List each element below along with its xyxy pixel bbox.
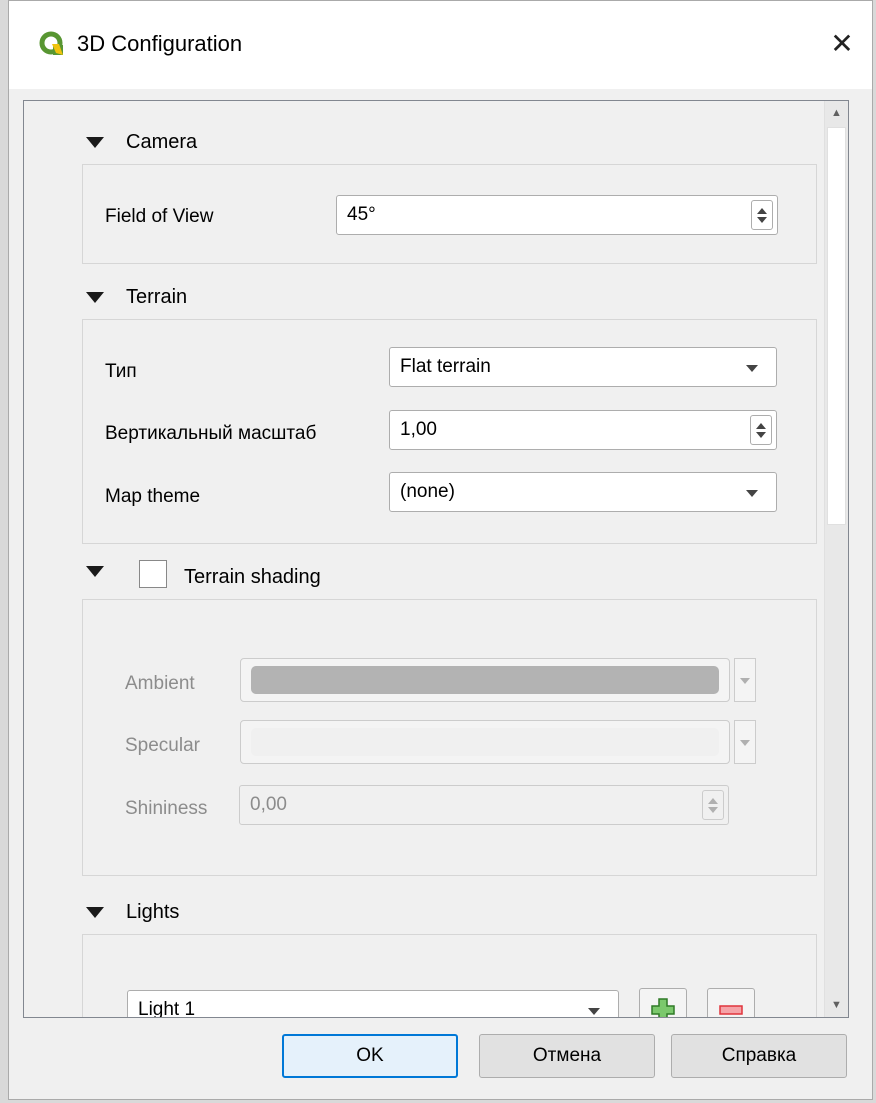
vertical-scale-spinbox[interactable]: 1,00 (389, 410, 777, 450)
spin-down-icon[interactable] (756, 431, 766, 438)
close-button[interactable]: ✕ (812, 15, 872, 71)
minus-icon (719, 1005, 743, 1015)
camera-group: Field of View 45° (82, 164, 817, 264)
spin-up-icon[interactable] (708, 797, 718, 804)
field-of-view-value: 45° (347, 204, 376, 225)
scroll-down-icon[interactable]: ▼ (825, 993, 848, 1017)
light-select-combo[interactable]: Light 1 (127, 990, 619, 1018)
title-bar: 3D Configuration ✕ (9, 1, 872, 89)
specular-label: Specular (125, 735, 200, 756)
shininess-spinbox[interactable]: 0,00 (239, 785, 729, 825)
terrain-shading-checkbox[interactable] (139, 560, 167, 588)
section-terrain-header[interactable]: Terrain (86, 286, 187, 309)
shininess-label: Shininess (125, 798, 208, 819)
specular-color-button[interactable] (240, 720, 730, 764)
light-select-value: Light 1 (138, 999, 196, 1018)
terrain-type-value: Flat terrain (400, 356, 491, 377)
field-of-view-spinbox[interactable]: 45° (336, 195, 778, 235)
section-lights-header[interactable]: Lights (86, 901, 179, 924)
cancel-button[interactable]: Отмена (479, 1034, 655, 1078)
collapse-triangle-icon[interactable] (86, 566, 104, 577)
help-button[interactable]: Справка (671, 1034, 847, 1078)
map-theme-label: Map theme (105, 486, 201, 507)
ambient-label: Ambient (125, 673, 195, 694)
settings-scroll-area[interactable]: Camera Field of View 45° Terrain Тип Fla… (23, 100, 849, 1018)
spin-down-icon[interactable] (757, 216, 767, 223)
section-lights-label: Lights (126, 901, 180, 923)
field-of-view-label: Field of View (105, 206, 214, 227)
close-icon: ✕ (830, 27, 854, 59)
remove-light-button[interactable] (707, 988, 755, 1017)
collapse-triangle-icon[interactable] (86, 292, 104, 303)
vertical-scale-label: Вертикальный масштаб (105, 423, 317, 444)
specular-color-dropdown[interactable] (734, 720, 756, 764)
window-title: 3D Configuration (77, 31, 243, 56)
map-theme-combo[interactable]: (none) (389, 472, 777, 512)
section-camera-header[interactable]: Camera (86, 131, 197, 154)
spin-buttons[interactable] (750, 415, 772, 445)
scroll-up-icon[interactable]: ▲ (825, 101, 848, 125)
scrollbar-thumb[interactable] (827, 127, 846, 525)
chevron-down-icon (746, 490, 758, 497)
collapse-triangle-icon[interactable] (86, 907, 104, 918)
ambient-color-dropdown[interactable] (734, 658, 756, 702)
terrain-shading-group: Ambient Specular Shininess 0,00 (82, 599, 817, 876)
lights-group: Light 1 (82, 934, 817, 1018)
section-terrain-shading-header[interactable] (86, 566, 126, 577)
vertical-scrollbar[interactable]: ▲ ▼ (824, 101, 848, 1017)
vertical-scale-value: 1,00 (400, 419, 437, 440)
qgis-logo-icon (39, 31, 63, 55)
specular-color-swatch (251, 728, 719, 756)
ambient-color-button[interactable] (240, 658, 730, 702)
chevron-down-icon (588, 1008, 600, 1015)
ambient-color-swatch (251, 666, 719, 694)
spin-buttons[interactable] (751, 200, 773, 230)
terrain-type-combo[interactable]: Flat terrain (389, 347, 777, 387)
terrain-type-label: Тип (105, 361, 137, 382)
spin-buttons[interactable] (702, 790, 724, 820)
plus-icon (651, 998, 675, 1017)
spin-up-icon[interactable] (757, 207, 767, 214)
section-terrain-shading-label: Terrain shading (184, 566, 321, 588)
dialog-window: 3D Configuration ✕ Camera Field of View … (8, 0, 873, 1100)
section-terrain-label: Terrain (126, 286, 188, 308)
section-camera-label: Camera (126, 131, 198, 153)
shininess-value: 0,00 (250, 794, 287, 815)
ok-button[interactable]: OK (282, 1034, 458, 1078)
chevron-down-icon (746, 365, 758, 372)
collapse-triangle-icon[interactable] (86, 137, 104, 148)
spin-up-icon[interactable] (756, 422, 766, 429)
map-theme-value: (none) (400, 481, 455, 502)
spin-down-icon[interactable] (708, 806, 718, 813)
add-light-button[interactable] (639, 988, 687, 1017)
terrain-group: Тип Flat terrain Вертикальный масштаб 1,… (82, 319, 817, 544)
